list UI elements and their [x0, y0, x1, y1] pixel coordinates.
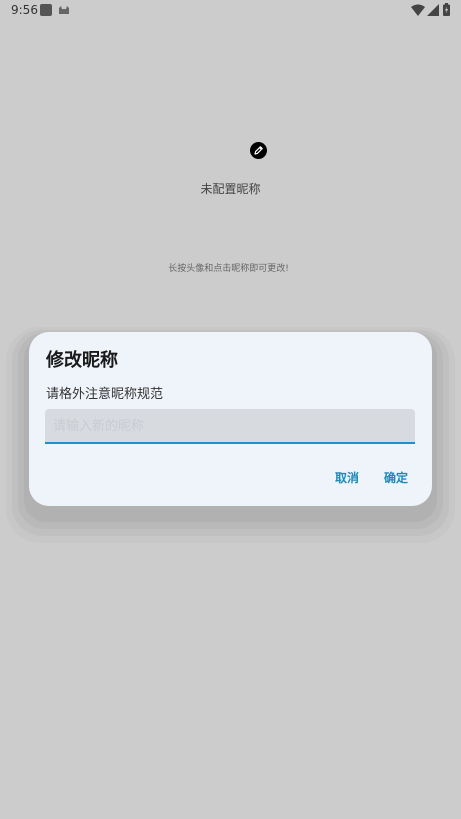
app-notification-icon: [40, 4, 52, 16]
dialog-message: 请格外注意昵称规范: [46, 387, 164, 402]
screen: 9:56 未配置昵称 长按头像和点击昵称即可更改! 修改昵称 请格外注意昵称规范…: [0, 0, 461, 819]
battery-icon: [443, 3, 450, 16]
hint-text: 长按头像和点击昵称即可更改!: [168, 264, 289, 274]
nickname-input[interactable]: [45, 409, 415, 444]
wifi-icon: [411, 4, 425, 16]
cancel-button[interactable]: 取消: [335, 469, 359, 486]
cat-icon: [59, 6, 69, 14]
nickname-label[interactable]: 未配置昵称: [0, 180, 461, 197]
status-time: 9:56: [11, 3, 38, 17]
edit-icon[interactable]: [250, 142, 267, 159]
edit-nickname-dialog: 修改昵称 请格外注意昵称规范 取消 确定: [29, 332, 432, 506]
status-bar: 9:56: [0, 0, 461, 22]
dialog-title: 修改昵称: [46, 350, 118, 371]
signal-icon: [427, 4, 439, 16]
confirm-button[interactable]: 确定: [384, 469, 408, 486]
